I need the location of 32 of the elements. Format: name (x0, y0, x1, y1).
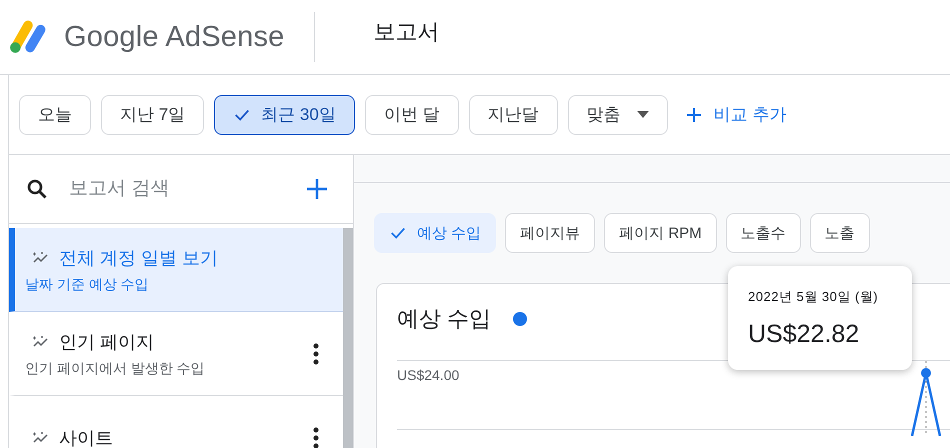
more-options-icon[interactable] (313, 342, 319, 364)
add-icon[interactable] (305, 177, 329, 201)
metric-chip[interactable]: 예상 수입 (374, 213, 496, 253)
date-range-chip[interactable]: 이번 달 (364, 94, 459, 134)
report-title: 사이트 (59, 426, 113, 448)
legend-dot (513, 312, 528, 326)
metric-chip[interactable]: 노출 (810, 213, 870, 253)
custom-range-dropdown[interactable]: 맞춤 (568, 94, 668, 134)
more-options-icon[interactable] (313, 426, 319, 448)
page-title: 보고서 (373, 18, 440, 46)
metric-chip[interactable]: 페이지 RPM (604, 213, 717, 253)
tooltip-value: US$22.82 (748, 320, 860, 349)
date-range-chip[interactable]: 지난달 (468, 94, 558, 134)
tooltip-date: 2022년 5월 30일 (월) (748, 288, 880, 306)
caret-icon (636, 111, 649, 118)
axis-label: US$24.00 (397, 367, 460, 383)
report-title: 인기 페이지 (59, 330, 154, 354)
add-comparison-button[interactable]: 비교 추가 (678, 103, 794, 126)
date-range-chip[interactable]: 최근 30일 (214, 94, 355, 134)
scrollbar[interactable] (343, 228, 353, 448)
metric-chip[interactable]: 페이지뷰 (505, 213, 596, 253)
date-range-chip[interactable]: 오늘 (19, 94, 91, 134)
plus-icon (686, 106, 702, 122)
report-subtitle: 인기 페이지에서 발생한 수입 (25, 360, 205, 378)
date-range-chip[interactable]: 지난 7일 (101, 94, 204, 134)
brand-name: Google AdSense (64, 20, 284, 54)
metric-chip[interactable]: 노출수 (726, 213, 801, 253)
report-list-item[interactable]: 전체 계정 일별 보기 날짜 기준 예상 수입 (9, 228, 343, 312)
search-icon (25, 177, 49, 201)
chart-title: 예상 수입 (397, 305, 492, 333)
report-subtitle: 날짜 기준 예상 수입 (25, 276, 150, 294)
report-title: 전체 계정 일별 보기 (59, 246, 218, 270)
